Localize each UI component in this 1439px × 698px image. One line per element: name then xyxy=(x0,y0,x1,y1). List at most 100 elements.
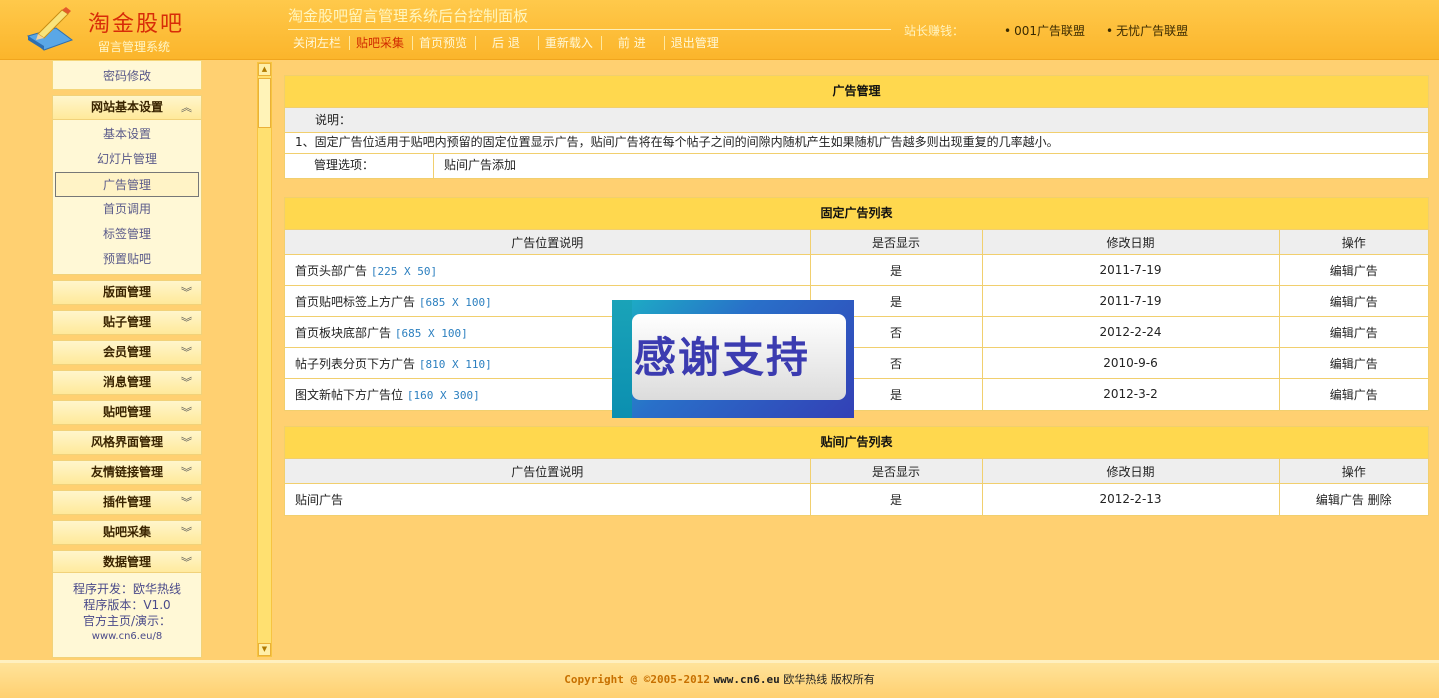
ad-date: 2012-2-24 xyxy=(981,316,1279,348)
group-label: 友情链接管理 xyxy=(90,465,163,479)
nav-logout[interactable]: 退出管理 xyxy=(663,36,727,50)
group-label: 风格界面管理 xyxy=(90,435,163,449)
scroll-thumb[interactable] xyxy=(258,78,271,128)
note-row: 1、固定广告位适用于贴吧内预留的固定位置显示广告，贴间广告将在每个帖子之间的间隙… xyxy=(285,132,1428,153)
nav-home-preview[interactable]: 首页预览 xyxy=(412,36,475,50)
sidebar-item-slideshow[interactable]: 幻灯片管理 xyxy=(55,147,199,172)
table-row: 首页贴吧标签上方广告 [685 X 100] 是 2011-7-19 编辑广告 xyxy=(285,285,1428,317)
edit-ad-link[interactable]: 编辑广告 xyxy=(1316,493,1364,507)
ad-size: [685 X 100] xyxy=(418,295,492,309)
chevron-down-double-icon: ︾ xyxy=(181,316,192,329)
nav-forward[interactable]: 前 进 xyxy=(600,36,664,50)
dev-info: 程序开发：欧华热线 xyxy=(72,582,181,596)
chevron-down-double-icon: ︾ xyxy=(181,286,192,299)
group-members[interactable]: 会员管理 ︾ xyxy=(52,340,202,365)
col-date: 修改日期 xyxy=(981,229,1279,255)
sidebar-item-tag-manage[interactable]: 标签管理 xyxy=(55,222,199,247)
between-ads-panel: 贴间广告列表 广告位置说明 是否显示 修改日期 操作 贴间广告 是 2012-2… xyxy=(284,426,1429,516)
arrow-down-icon[interactable]: ▼ xyxy=(258,643,271,656)
group-label: 会员管理 xyxy=(102,345,151,359)
sidebar-item-password[interactable]: 密码修改 xyxy=(52,60,202,90)
homepage-link[interactable]: www.cn6.eu/8 xyxy=(53,629,201,645)
footer-site[interactable]: www.cn6.eu xyxy=(713,673,779,686)
edit-ad-link[interactable]: 编辑广告 xyxy=(1278,285,1428,317)
chevron-down-double-icon: ︾ xyxy=(181,376,192,389)
ad-manage-panel: 广告管理 说明： 1、固定广告位适用于贴吧内预留的固定位置显示广告，贴间广告将在… xyxy=(284,75,1429,179)
col-show: 是否显示 xyxy=(809,229,982,255)
ad-date: 2010-9-6 xyxy=(981,347,1279,379)
nav-reload[interactable]: 重新载入 xyxy=(537,36,601,50)
ad-link-001[interactable]: 001广告联盟 xyxy=(1004,22,1085,39)
group-plugins[interactable]: 插件管理 ︾ xyxy=(52,490,202,515)
ad-link-51[interactable]: 无忧广告联盟 xyxy=(1106,22,1188,39)
table-row: 图文新帖下方广告位 [160 X 300] 是 2012-3-2 编辑广告 xyxy=(285,378,1428,410)
table-row: 帖子列表分页下方广告 [810 X 110] 否 2010-9-6 编辑广告 xyxy=(285,347,1428,379)
col-op: 操作 xyxy=(1278,458,1428,484)
ad-show: 是 xyxy=(809,483,982,515)
sidebar-item-ad-manage[interactable]: 广告管理 xyxy=(55,172,199,197)
add-between-ad-link[interactable]: 贴间广告添加 xyxy=(434,154,516,178)
group-label: 版面管理 xyxy=(102,285,151,299)
chevron-down-double-icon: ︾ xyxy=(181,526,192,539)
nav-forum-collect[interactable]: 贴吧采集 xyxy=(349,36,412,50)
title-divider xyxy=(288,29,891,30)
ad-desc-cell: 首页头部广告 [225 X 50] xyxy=(285,254,810,286)
homepage-label: 官方主页/演示： xyxy=(82,614,172,628)
ad-date: 2012-2-13 xyxy=(981,483,1279,515)
table-row: 首页头部广告 [225 X 50] 是 2011-7-19 编辑广告 xyxy=(285,254,1428,286)
group-posts[interactable]: 贴子管理 ︾ xyxy=(52,310,202,335)
edit-ad-link[interactable]: 编辑广告 xyxy=(1278,378,1428,410)
ad-desc: 图文新帖下方广告位 xyxy=(295,387,404,402)
group-label: 贴子管理 xyxy=(102,315,151,329)
nav-back[interactable]: 后 退 xyxy=(475,36,538,50)
group-label: 插件管理 xyxy=(102,495,151,509)
copyright: Copyright @ ©2005-2012 xyxy=(564,673,710,686)
group-label: 消息管理 xyxy=(102,375,151,389)
group-collect[interactable]: 贴吧采集 ︾ xyxy=(52,520,202,545)
thanks-banner: 感谢支持 xyxy=(612,300,854,418)
ad-desc: 首页贴吧标签上方广告 xyxy=(295,294,416,309)
ad-size: [225 X 50] xyxy=(370,264,438,278)
col-op: 操作 xyxy=(1278,229,1428,255)
ad-desc: 首页头部广告 xyxy=(295,263,368,278)
table-header-row: 广告位置说明 是否显示 修改日期 操作 xyxy=(285,229,1428,255)
group-board[interactable]: 版面管理 ︾ xyxy=(52,280,202,305)
edit-ad-link[interactable]: 编辑广告 xyxy=(1278,316,1428,348)
panel-title: 广告管理 xyxy=(285,76,1428,107)
top-nav: 关闭左栏 贴吧采集 首页预览 后 退 重新载入 前 进 退出管理 xyxy=(288,36,727,50)
group-site-settings-body: 基本设置 幻灯片管理 广告管理 首页调用 标签管理 预置贴吧 xyxy=(52,120,202,275)
chevron-down-double-icon: ︾ xyxy=(181,466,192,479)
group-label: 数据管理 xyxy=(102,555,151,569)
sidebar: 密码修改 网站基本设置 ︽ 基本设置 幻灯片管理 广告管理 首页调用 标签管理 … xyxy=(52,60,202,575)
sidebar-item-home-call[interactable]: 首页调用 xyxy=(55,197,199,222)
chevron-down-double-icon: ︾ xyxy=(181,496,192,509)
fixed-ads-table: 广告位置说明 是否显示 修改日期 操作 首页头部广告 [225 X 50] 是 … xyxy=(285,229,1428,410)
table-row: 贴间广告 是 2012-2-13 编辑广告 删除 xyxy=(285,483,1428,515)
chevron-down-double-icon: ︾ xyxy=(181,556,192,569)
group-label: 贴吧采集 xyxy=(102,525,151,539)
page-footer: Copyright @ ©2005-2012 www.cn6.eu 欧华热线 版… xyxy=(0,660,1439,698)
sidebar-scrollbar[interactable]: ▲ ▼ xyxy=(257,62,272,657)
group-site-settings[interactable]: 网站基本设置 ︽ xyxy=(52,95,202,120)
footer-owner: 欧华热线 版权所有 xyxy=(783,673,875,686)
sidebar-item-preset-forum[interactable]: 预置贴吧 xyxy=(55,247,199,272)
panel-title: 固定广告列表 xyxy=(285,198,1428,229)
edit-ad-link[interactable]: 编辑广告 xyxy=(1278,254,1428,286)
top-header: 淘金股吧 留言管理系统 淘金股吧留言管理系统后台控制面板 关闭左栏 贴吧采集 首… xyxy=(0,0,1439,60)
between-ads-table: 广告位置说明 是否显示 修改日期 操作 贴间广告 是 2012-2-13 编辑广… xyxy=(285,458,1428,515)
nav-close-sidebar[interactable]: 关闭左栏 xyxy=(288,36,349,50)
col-desc: 广告位置说明 xyxy=(285,458,810,484)
ad-desc: 帖子列表分页下方广告 xyxy=(295,356,416,371)
group-style[interactable]: 风格界面管理 ︾ xyxy=(52,430,202,455)
group-forums[interactable]: 贴吧管理 ︾ xyxy=(52,400,202,425)
group-label: 贴吧管理 xyxy=(102,405,151,419)
arrow-up-icon[interactable]: ▲ xyxy=(258,63,271,76)
sidebar-item-basic-settings[interactable]: 基本设置 xyxy=(55,122,199,147)
chevron-down-double-icon: ︾ xyxy=(181,406,192,419)
group-messages[interactable]: 消息管理 ︾ xyxy=(52,370,202,395)
ad-size: [160 X 300] xyxy=(406,388,480,402)
group-links[interactable]: 友情链接管理 ︾ xyxy=(52,460,202,485)
delete-ad-link[interactable]: 删除 xyxy=(1368,493,1392,507)
edit-ad-link[interactable]: 编辑广告 xyxy=(1278,347,1428,379)
fixed-ads-panel: 固定广告列表 广告位置说明 是否显示 修改日期 操作 首页头部广告 [225 X… xyxy=(284,197,1429,411)
